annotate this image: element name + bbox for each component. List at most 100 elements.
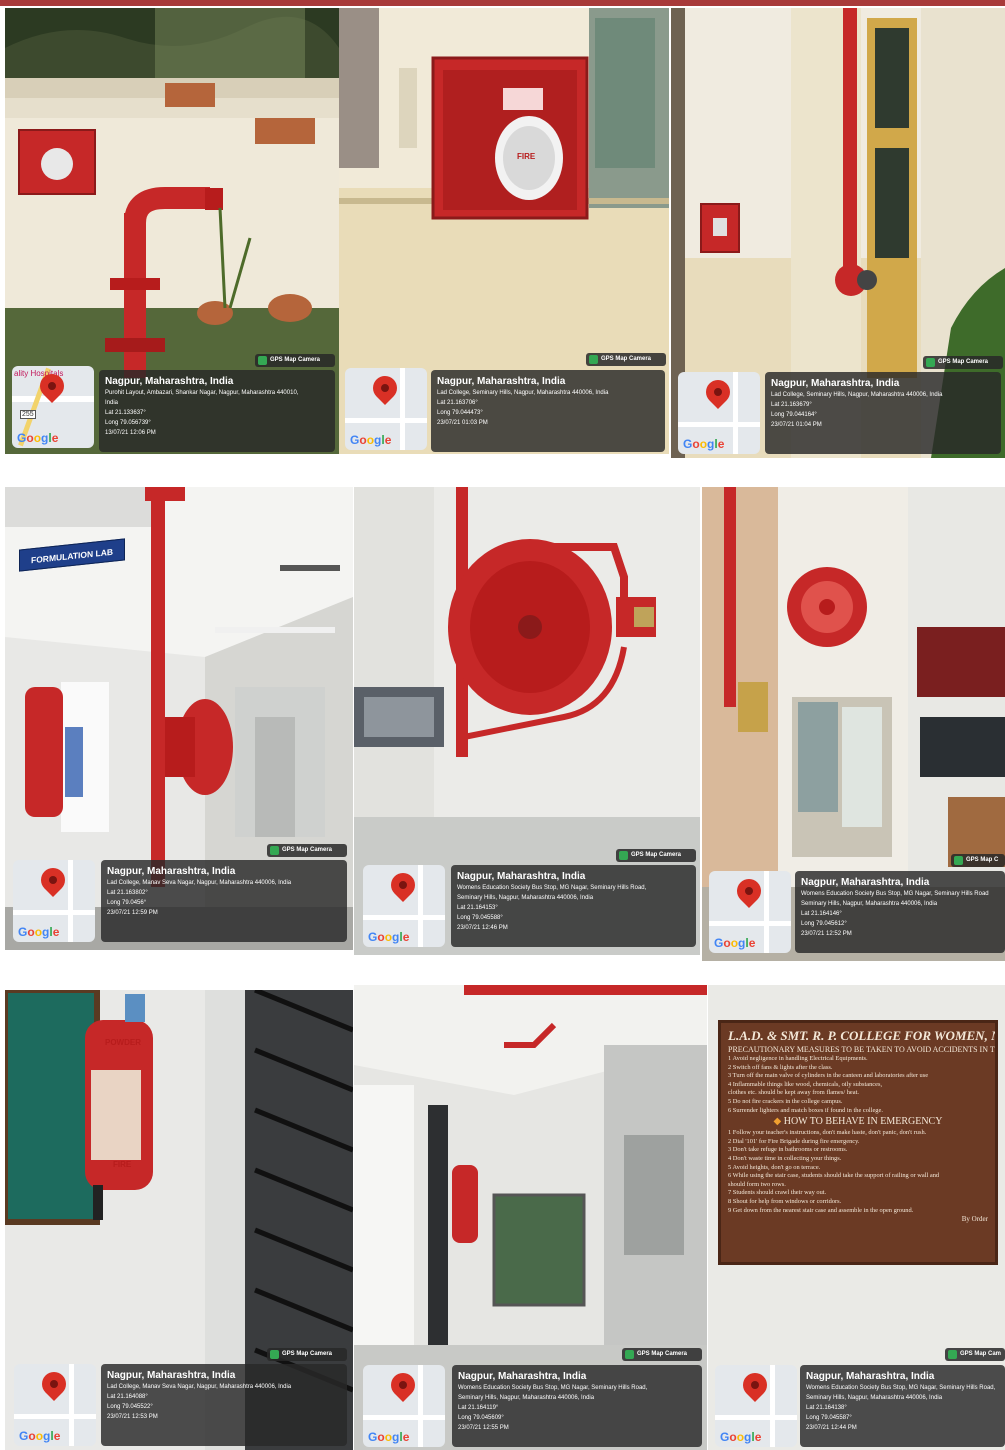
location-pin-icon [701,375,735,409]
fire-text: FIRE [113,1160,132,1169]
location-lat: Lat 21.164153° [457,905,498,911]
google-logo: Google [19,1429,61,1443]
map-thumbnail: Google [363,865,445,947]
location-long: Long 79.0456° [107,900,147,906]
precaution-notice-board: L.A.D. & SMT. R. P. COLLEGE FOR WOMEN, N… [718,1020,998,1265]
location-pin-icon [386,868,420,902]
gps-info-box: Nagpur, Maharashtra, India Lad College, … [101,860,347,942]
photo-hose-reel-doorway: Google GPS Map C Nagpur, Maharashtra, In… [702,487,1005,961]
location-city: Nagpur, Maharashtra, India [801,877,930,888]
location-city: Nagpur, Maharashtra, India [806,1371,935,1382]
gps-info-box: Nagpur, Maharashtra, India Womens Educat… [451,865,696,947]
emergency-item: should form two rows. [728,1180,786,1188]
gps-info-box: Nagpur, Maharashtra, India Lad College, … [765,372,1001,454]
map-thumbnail: Google [715,1365,797,1447]
photo-riser-pipe: Google GPS Map Camera Nagpur, Maharashtr… [671,8,1005,458]
photo-notice-board: L.A.D. & SMT. R. P. COLLEGE FOR WOMEN, N… [708,985,1005,1450]
photo-hydrant-outdoor: ality Hospitals 255 Google GPS Map Camer… [5,8,339,454]
location-long: Long 79.056739° [105,420,151,426]
location-address: Purohit Layout, Ambazari, Shankar Nagar,… [105,390,299,396]
location-pin-icon [36,863,70,897]
precaution-item: clothes etc. should be kept away from fl… [728,1089,859,1097]
location-pin-icon [368,371,402,405]
location-lat: Lat 21.163706° [437,400,478,406]
location-pin-icon [732,874,766,908]
gps-camera-badge: GPS Map Camera [622,1348,702,1361]
gps-camera-badge: GPS Map Camera [923,356,1003,369]
photo-hose-cabinet: FIRE Google GPS Map Camera Nagpur, Mahar… [339,8,669,454]
map-thumbnail: Google [345,368,427,450]
location-datetime: 23/07/21 12:55 PM [458,1425,509,1431]
location-city: Nagpur, Maharashtra, India [458,1371,587,1382]
precaution-item: 4 Inflammable things like wood, chemical… [728,1080,883,1088]
location-city: Nagpur, Maharashtra, India [107,1370,236,1381]
google-logo: Google [368,930,410,944]
location-city: Nagpur, Maharashtra, India [107,866,236,877]
location-lat: Lat 21.133637° [105,410,146,416]
location-pin-icon [386,1368,420,1402]
map-thumbnail: Google [363,1365,445,1447]
gps-info-box: Nagpur, Maharashtra, India Womens Educat… [795,871,1005,953]
gps-camera-badge: GPS Map Camera [255,354,335,367]
location-address: Womens Education Society Bus Stop, MG Na… [458,1385,648,1391]
location-address-2: India [105,400,119,406]
location-lat: Lat 21.164088° [107,1394,148,1400]
gps-camera-badge: GPS Map Camera [586,353,666,366]
location-city: Nagpur, Maharashtra, India [437,376,566,387]
emergency-heading: ◆ HOW TO BEHAVE IN EMERGENCY [773,1116,943,1128]
gps-info-box: Nagpur, Maharashtra, India Womens Educat… [452,1365,702,1447]
map-thumbnail: Google [13,860,95,942]
gps-camera-badge: GPS Map Camera [267,1348,347,1361]
location-long: Long 79.045612° [801,921,847,927]
emergency-item: 5 Avoid heights, don't go on terrace. [728,1163,821,1171]
emergency-item: 9 Get down from the nearest stair case a… [728,1206,914,1214]
map-thumbnail: Google [14,1364,96,1446]
google-logo: Google [714,936,756,950]
location-long: Long 79.045522° [107,1404,153,1410]
location-address-2: Seminary Hills, Nagpur, Maharashtra 4400… [801,901,938,907]
map-road-shield: 255 [20,410,36,419]
location-datetime: 23/07/21 12:59 PM [107,910,158,916]
location-datetime: 23/07/21 12:46 PM [457,925,508,931]
location-address-2: Seminary Hills, Nagpur, Maharashtra 4400… [458,1395,595,1401]
location-lat: Lat 21.164119° [458,1405,499,1411]
map-thumbnail: ality Hospitals 255 Google [12,366,94,448]
emergency-item: 4 Don't waste time in collecting your th… [728,1154,842,1162]
gps-camera-badge: GPS Map C [951,854,1005,867]
emergency-item: 1 Follow your teacher's instructions, do… [728,1129,927,1137]
location-address: Lad College, Seminary Hills, Nagpur, Mah… [771,392,943,398]
photo-corridor-board: Google GPS Map Camera Nagpur, Maharashtr… [354,985,707,1450]
gps-info-box: Nagpur, Maharashtra, India Lad College, … [101,1364,347,1446]
location-address-2: Seminary Hills, Nagpur, Maharashtra 4400… [806,1395,943,1401]
location-lat: Lat 21.163679° [771,402,812,408]
location-long: Long 79.045588° [457,915,503,921]
location-lat: Lat 21.164138° [806,1405,847,1411]
precaution-item: 3 Turn off the main valve of cylinders i… [728,1072,929,1080]
gps-info-box: Nagpur, Maharashtra, India Purohit Layou… [99,370,335,452]
gps-camera-badge: GPS Map Camera [616,849,696,862]
photo-corridor-extinguisher: FORMULATION LAB Google GPS Map Camera Na… [5,487,353,950]
google-logo: Google [368,1430,410,1444]
emergency-item: 2 Dial '101' for Fire Brigade during fir… [728,1137,860,1145]
location-pin-icon [37,1367,71,1401]
gps-camera-badge: GPS Map Camera [267,844,347,857]
location-pin-icon [738,1368,772,1402]
by-order-text: By Order [961,1215,988,1224]
location-address: Womens Education Society Bus Stop, MG Na… [806,1385,996,1391]
location-datetime: 23/07/21 01:03 PM [437,420,488,426]
emergency-item: 7 Students should crawl their way out. [728,1189,827,1197]
location-address: Lad College, Manav Seva Nagar, Nagpur, M… [107,880,292,886]
location-datetime: 13/07/21 12:06 PM [105,430,156,436]
location-datetime: 23/07/21 12:52 PM [801,931,852,937]
location-long: Long 79.044164° [771,412,817,418]
photo-collage: ality Hospitals 255 Google GPS Map Camer… [0,0,1005,1450]
location-datetime: 23/07/21 01:04 PM [771,422,822,428]
gps-info-box: Nagpur, Maharashtra, India Lad College, … [431,370,665,452]
emergency-item: 8 Shout for help from windows or corrido… [728,1197,842,1205]
fire-text: FIRE [517,152,536,161]
location-city: Nagpur, Maharashtra, India [105,376,234,387]
location-long: Long 79.045587° [806,1415,852,1421]
emergency-item: 6 While using the stair case, students s… [728,1172,940,1180]
gps-camera-badge: GPS Map Cam [945,1348,1005,1361]
location-lat: Lat 21.163802° [107,890,148,896]
